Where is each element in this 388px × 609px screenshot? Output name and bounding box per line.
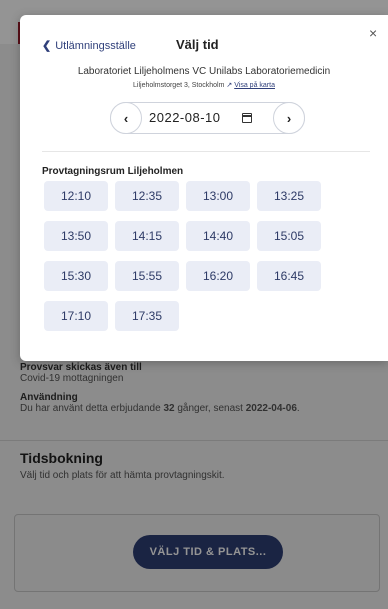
divider [42, 151, 370, 152]
time-slot-button[interactable]: 17:35 [115, 301, 179, 331]
map-link[interactable]: Visa på karta [234, 82, 275, 89]
time-slot-button[interactable]: 15:05 [257, 221, 321, 251]
time-slot-button[interactable]: 14:15 [115, 221, 179, 251]
time-slot-button[interactable]: 13:00 [186, 181, 250, 211]
back-link-label: Utlämningsställe [55, 39, 136, 52]
chevron-right-icon: › [286, 110, 292, 126]
chevron-left-icon: ‹ [123, 110, 129, 126]
external-link-icon: ↗ [226, 82, 233, 89]
chevron-left-icon: ❮ [42, 40, 52, 52]
room-title: Provtagningsrum Liljeholmen [42, 166, 184, 177]
time-slot-button[interactable]: 14:40 [186, 221, 250, 251]
lab-address: Liljeholmstorget 3, Stockholm [133, 82, 225, 89]
date-input[interactable]: 2022-08-10 [149, 110, 221, 125]
time-slot-grid: 12:10 12:35 13:00 13:25 13:50 14:15 14:4… [44, 181, 344, 331]
lab-name: Laboratoriet Liljeholmens VC Unilabs Lab… [77, 66, 331, 77]
choose-time-dialog: ❮ Utlämningsställe Välj tid × Laboratori… [20, 15, 388, 361]
calendar-icon[interactable] [242, 113, 252, 123]
time-slot-button[interactable]: 13:25 [257, 181, 321, 211]
time-slot-button[interactable]: 12:35 [115, 181, 179, 211]
time-slot-button[interactable]: 13:50 [44, 221, 108, 251]
time-slot-button[interactable]: 16:45 [257, 261, 321, 291]
close-icon[interactable]: × [369, 25, 377, 41]
time-slot-button[interactable]: 15:55 [115, 261, 179, 291]
time-slot-button[interactable]: 15:30 [44, 261, 108, 291]
dialog-title: Välj tid [176, 37, 219, 52]
prev-day-button[interactable]: ‹ [110, 102, 142, 134]
time-slot-button[interactable]: 17:10 [44, 301, 108, 331]
lab-address-line: Liljeholmstorget 3, Stockholm ↗ Visa på … [20, 81, 388, 89]
date-picker: ‹ 2022-08-10 › [110, 102, 305, 134]
time-slot-button[interactable]: 16:20 [186, 261, 250, 291]
time-slot-button[interactable]: 12:10 [44, 181, 108, 211]
next-day-button[interactable]: › [273, 102, 305, 134]
back-link[interactable]: ❮ Utlämningsställe [42, 39, 136, 53]
